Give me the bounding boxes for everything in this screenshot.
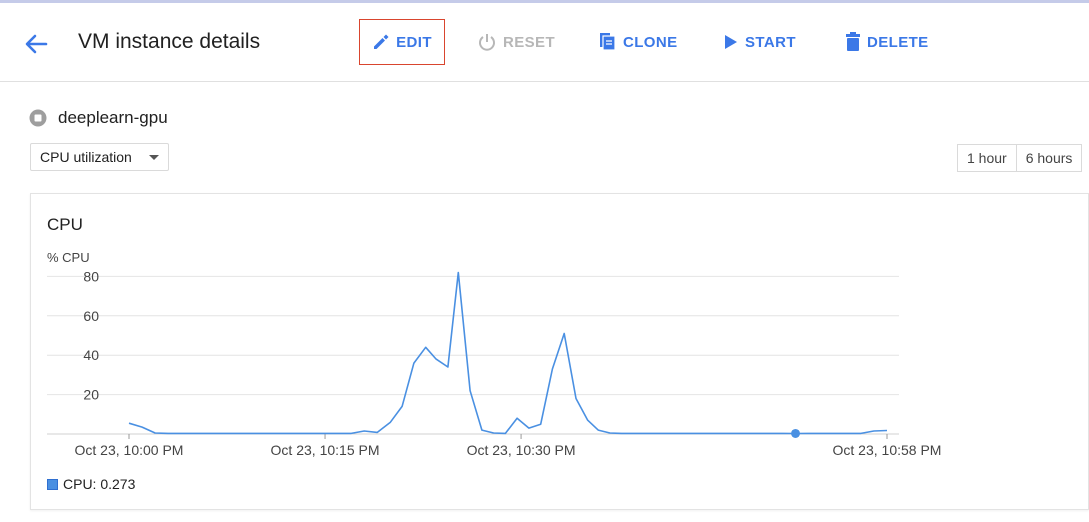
y-tick-label: 40 [83, 347, 99, 363]
legend-label: CPU: 0.273 [63, 476, 136, 492]
x-tick-label: Oct 23, 10:00 PM [75, 442, 184, 458]
power-icon [479, 34, 495, 51]
clone-button[interactable]: CLONE [599, 19, 678, 65]
time-range-1-hour[interactable]: 1 hour [957, 144, 1017, 172]
x-tick-label: Oct 23, 10:15 PM [271, 442, 380, 458]
edit-button-label: EDIT [396, 33, 432, 51]
page-header: VM instance details EDIT RESET CLONE STA… [0, 3, 1089, 82]
metric-select[interactable]: CPU utilization [30, 143, 169, 171]
legend-swatch [47, 478, 58, 490]
stopped-status-icon [29, 109, 47, 127]
cpu-series-line [128, 271, 888, 435]
cpu-chart-card: CPU % CPU 20 40 60 80 Oct 23, 10:00 PM Oct 23… [30, 193, 1089, 510]
y-tick-label: 20 [83, 387, 99, 403]
start-button[interactable]: START [723, 19, 796, 65]
reset-button-label: RESET [503, 33, 556, 51]
start-button-label: START [745, 33, 796, 51]
edit-button[interactable]: EDIT [359, 19, 445, 65]
clone-button-label: CLONE [623, 33, 678, 51]
instance-name: deeplearn-gpu [58, 108, 168, 127]
back-arrow-icon[interactable] [22, 31, 50, 57]
x-tick-label: Oct 23, 10:58 PM [833, 442, 942, 458]
delete-button-label: DELETE [867, 33, 929, 51]
metric-select-value: CPU utilization [40, 149, 132, 165]
chart-legend: CPU: 0.273 [47, 476, 135, 492]
delete-button[interactable]: DELETE [845, 19, 929, 65]
y-tick-label: 80 [83, 268, 99, 284]
page-title: VM instance details [78, 30, 261, 53]
y-tick-label: 60 [83, 308, 99, 324]
instance-row: deeplearn-gpu [29, 108, 168, 128]
trash-icon [846, 32, 860, 51]
pencil-icon [374, 34, 389, 49]
time-range-selector: 1 hour 6 hours [957, 144, 1083, 172]
play-icon [725, 35, 737, 49]
time-range-6-hours[interactable]: 6 hours [1016, 144, 1083, 172]
clone-icon [600, 33, 616, 51]
reset-button[interactable]: RESET [477, 19, 555, 65]
x-tick-label: Oct 23, 10:30 PM [467, 442, 576, 458]
chevron-down-icon [149, 155, 159, 160]
cpu-line-chart: 20 40 60 80 Oct 23, 10:00 PM Oct 23, 10:15 PM… [47, 268, 942, 458]
hover-point [791, 428, 801, 438]
